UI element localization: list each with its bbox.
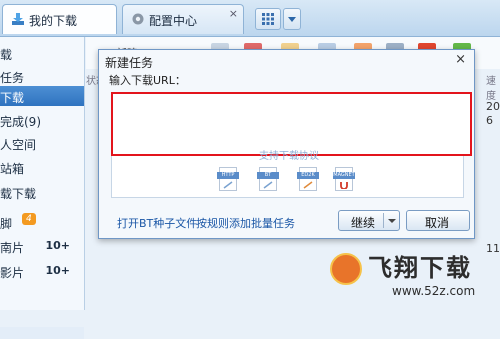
magnet-protocol-icon: MAGNET (333, 167, 355, 195)
sidebar-item-movies[interactable]: 影片 10+ (0, 261, 84, 281)
sidebar-item-section[interactable]: 脚 4 (0, 212, 84, 232)
sidebar-item-tasks[interactable]: 任务 (0, 66, 84, 86)
chevron-down-icon[interactable] (388, 219, 396, 223)
grid-icon (262, 13, 274, 25)
speed-value: 6 (486, 114, 493, 127)
close-icon[interactable]: × (229, 7, 238, 20)
sidebar-item-count: 10+ (45, 239, 70, 252)
continue-label: 继续 (351, 216, 376, 230)
protocol-area (111, 156, 464, 198)
watermark-logo (330, 253, 362, 285)
batch-add-link[interactable]: 按规则添加批量任务 (196, 215, 295, 231)
sidebar-item-label: 载 (0, 48, 13, 62)
support-protocols-text: 支持下载协议 (259, 151, 319, 162)
tab-label: 我的下载 (29, 14, 78, 28)
tab-config-center[interactable]: 配置中心 × (122, 4, 244, 34)
cancel-button[interactable]: 取消 (406, 210, 470, 231)
scrollbar[interactable] (0, 327, 84, 339)
speed-value: 11 (486, 242, 500, 255)
ed2k-protocol-icon: ED2K (297, 167, 319, 195)
download-icon (12, 13, 24, 25)
sidebar-item-pictures[interactable]: 南片 10+ (0, 236, 84, 256)
sidebar-item-completed[interactable]: 完成(9) (0, 110, 84, 130)
sidebar-item-downloading[interactable]: 下载 (0, 86, 84, 106)
watermark-brand: 飞翔下载 (368, 254, 472, 282)
sidebar-item-downloads[interactable]: 载 (0, 43, 84, 63)
speed-value: 20 (486, 100, 500, 113)
tab-label: 配置中心 (149, 14, 198, 28)
http-protocol-icon: HTTP (217, 167, 239, 195)
cancel-label: 取消 (425, 216, 450, 230)
dialog-title: 新建任务 (105, 56, 154, 70)
sidebar: 载 任务 下载 完成(9) 人空间 站箱 载下载 脚 4 南片 10+ 影片 1… (0, 37, 85, 339)
gear-icon (132, 13, 144, 25)
sidebar-item-label: 任务 (0, 71, 25, 85)
tab-my-downloads[interactable]: 我的下载 (2, 4, 117, 34)
sidebar-item-label: 完成(9) (0, 115, 41, 129)
sidebar-item-personal-space[interactable]: 人空间 (0, 133, 84, 153)
sidebar-item-box[interactable]: 站箱 (0, 157, 84, 177)
close-icon[interactable]: × (455, 52, 466, 67)
url-label: 输入下载URL： (109, 74, 186, 87)
chevron-down-icon[interactable] (283, 8, 301, 30)
sidebar-item-offline[interactable]: 载下载 (0, 182, 84, 202)
new-task-dialog: 新建任务 × 输入下载URL： 支持下载协议 HTTP BT ED2K MAGN… (98, 49, 475, 239)
bt-protocol-icon: BT (257, 167, 279, 195)
sidebar-item-label: 脚 (0, 217, 13, 231)
sidebar-item-label: 人空间 (0, 138, 37, 152)
open-bt-file-link[interactable]: 打开BT种子文件 (117, 215, 197, 231)
watermark-url: www.52z.com (392, 284, 476, 298)
count-badge: 4 (22, 213, 36, 225)
sidebar-item-label: 载下载 (0, 187, 37, 201)
sidebar-item-label: 南片 (0, 241, 25, 255)
grid-view-button[interactable] (255, 8, 281, 30)
sidebar-item-label: 站箱 (0, 162, 25, 176)
tab-bar: 我的下载 配置中心 × (0, 0, 500, 37)
column-header-speed[interactable]: 速度 (486, 72, 500, 102)
continue-button[interactable]: 继续 (338, 210, 400, 231)
sidebar-item-count: 10+ (45, 264, 70, 277)
sidebar-item-label: 影片 (0, 266, 25, 280)
sidebar-item-label: 下载 (0, 91, 25, 105)
